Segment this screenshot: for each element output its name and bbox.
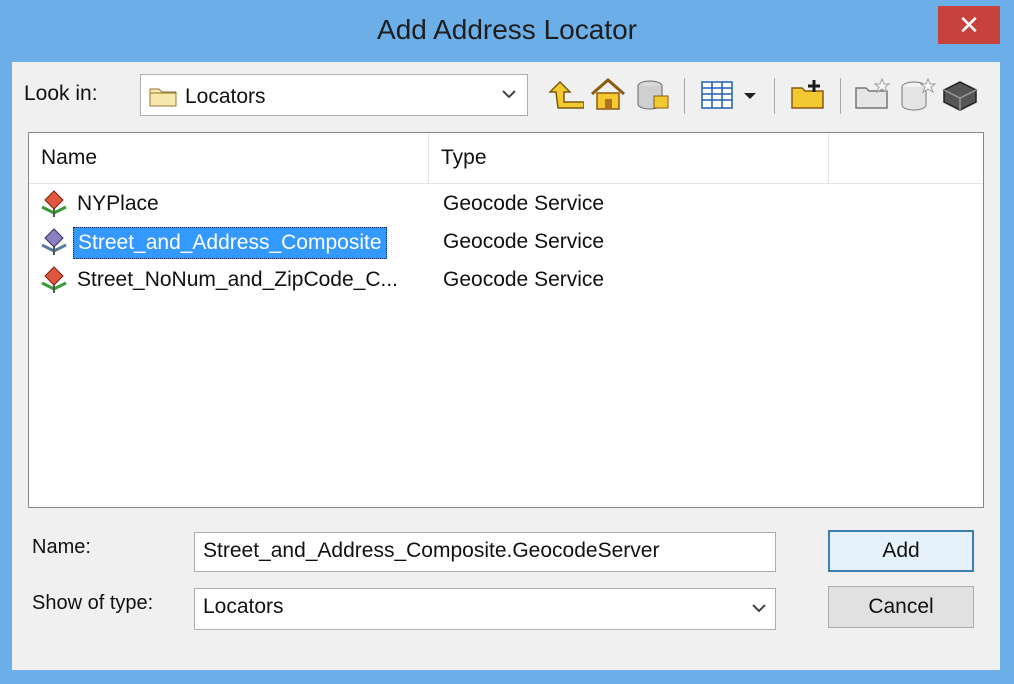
- list-item-name: Street_and_Address_Composite: [73, 227, 387, 259]
- window-title: Add Address Locator: [377, 14, 637, 45]
- title-bar[interactable]: Add Address Locator ✕: [0, 0, 1014, 62]
- list-item-name: NYPlace: [77, 192, 159, 215]
- home-icon[interactable]: [588, 76, 628, 114]
- close-icon: ✕: [958, 10, 980, 40]
- list-item[interactable]: NYPlace Geocode Service: [29, 185, 983, 223]
- view-options-dropdown-icon[interactable]: [740, 76, 760, 114]
- geocode-service-icon: [41, 190, 67, 217]
- look-in-dropdown[interactable]: Locators: [140, 74, 528, 116]
- name-label: Name:: [32, 536, 91, 558]
- toolbar-separator: [774, 78, 775, 114]
- view-details-icon[interactable]: [698, 76, 738, 114]
- new-item-icon[interactable]: [852, 76, 892, 114]
- locator-file-list[interactable]: Name Type NYPlace Geocode Service Street…: [28, 132, 984, 508]
- column-header-type[interactable]: Type: [429, 133, 829, 183]
- column-header-name[interactable]: Name: [29, 133, 429, 183]
- chevron-down-icon[interactable]: [501, 87, 517, 101]
- list-header: Name Type: [29, 133, 983, 184]
- column-header-empty: [829, 133, 983, 183]
- toolbar-separator: [684, 78, 685, 114]
- list-item-selected[interactable]: Street_and_Address_Composite Geocode Ser…: [29, 223, 983, 261]
- show-of-type-value: Locators: [203, 595, 284, 618]
- catalog-connections-icon[interactable]: [632, 76, 672, 114]
- folder-icon: [149, 88, 177, 107]
- look-in-label: Look in:: [24, 82, 98, 105]
- new-folder-icon[interactable]: [788, 76, 828, 114]
- list-item-name: Street_NoNum_and_ZipCode_C...: [77, 268, 399, 291]
- geocode-service-icon: [41, 228, 67, 255]
- list-item-type: Geocode Service: [443, 268, 605, 291]
- geocode-service-icon: [41, 266, 67, 293]
- dialog-client-area: Look in: Locators Name Type NYPlace Geoc…: [12, 62, 1000, 670]
- new-database-icon[interactable]: [896, 76, 936, 114]
- list-item-type: Geocode Service: [443, 230, 605, 253]
- add-address-locator-dialog: Add Address Locator ✕ Look in: Locators: [0, 0, 1014, 684]
- chevron-down-icon[interactable]: [751, 601, 767, 615]
- up-one-level-icon[interactable]: [544, 76, 584, 114]
- toolbar-separator: [840, 78, 841, 114]
- close-button[interactable]: ✕: [938, 6, 1000, 44]
- name-field[interactable]: Street_and_Address_Composite.GeocodeServ…: [194, 532, 776, 572]
- list-item[interactable]: Street_NoNum_and_ZipCode_C... Geocode Se…: [29, 261, 983, 299]
- show-of-type-dropdown[interactable]: Locators: [194, 588, 776, 630]
- look-in-value: Locators: [185, 85, 266, 108]
- add-button[interactable]: Add: [828, 530, 974, 572]
- list-item-type: Geocode Service: [443, 192, 605, 215]
- show-of-type-label: Show of type:: [32, 592, 154, 614]
- toolbox-icon[interactable]: [940, 76, 980, 114]
- cancel-button[interactable]: Cancel: [828, 586, 974, 628]
